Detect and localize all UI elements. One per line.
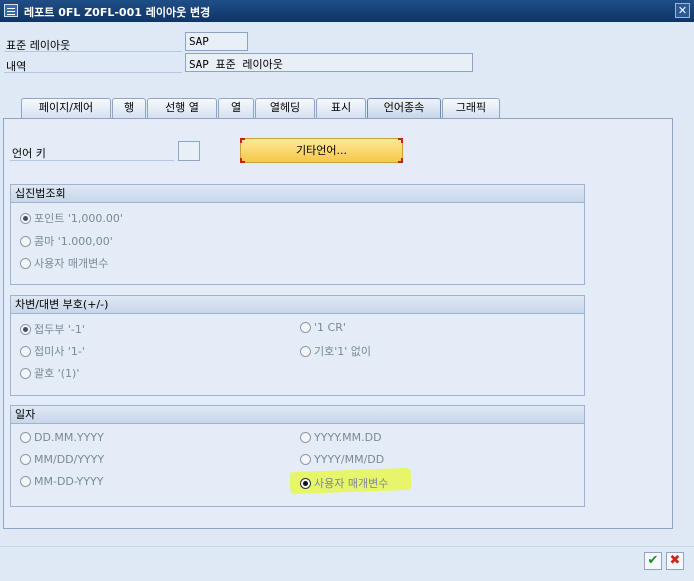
radio-sign-parentheses[interactable]: 괄호 '(1)': [20, 365, 79, 381]
focus-corner: [398, 138, 403, 143]
radio-label: 괄호 '(1)': [34, 367, 80, 380]
radio-date-dd-mm-yyyy[interactable]: DD.MM.YYYY: [20, 431, 104, 444]
divider: [10, 160, 174, 161]
radio-circle: [300, 454, 311, 465]
radio-sign-prefix[interactable]: 접두부 '-1': [20, 321, 85, 337]
tab-columns[interactable]: 열: [218, 98, 254, 118]
radio-label: 사용자 매개변수: [314, 477, 389, 490]
description-field[interactable]: SAP 표준 레이아웃: [185, 53, 473, 72]
other-languages-button[interactable]: 기타언어...: [240, 138, 403, 163]
radio-date-mm-dd-yyyy-slash[interactable]: MM/DD/YYYY: [20, 453, 104, 466]
radio-date-mm-dd-yyyy-dash[interactable]: MM-DD-YYYY: [20, 475, 103, 488]
footer-divider: [0, 546, 694, 547]
radio-label: 콤마 '1.000,00': [34, 235, 113, 248]
focus-corner: [240, 158, 245, 163]
tab-display[interactable]: 표시: [316, 98, 366, 118]
close-button[interactable]: ✕: [675, 3, 690, 18]
cancel-button[interactable]: ✖: [666, 552, 684, 570]
title-bar: 레포트 0FL Z0FL-001 레이아웃 변경 ✕: [0, 0, 694, 22]
radio-sign-cr[interactable]: '1 CR': [300, 321, 346, 334]
radio-label: '1 CR': [314, 321, 346, 334]
confirm-button[interactable]: ✔: [644, 552, 662, 570]
radio-circle: [20, 454, 31, 465]
tab-graphics[interactable]: 그래픽: [442, 98, 500, 118]
group-title: 차변/대변 부호(+/-): [11, 296, 584, 314]
radio-circle: [20, 235, 31, 247]
other-languages-label: 기타언어...: [296, 144, 347, 157]
divider: [4, 72, 182, 73]
radio-label: 접두부 '-1': [34, 323, 85, 336]
tab-language-dependent[interactable]: 언어종속: [367, 98, 441, 118]
radio-sign-suffix[interactable]: 접미사 '1-': [20, 343, 85, 359]
layout-change-icon: [4, 4, 18, 17]
radio-circle: [20, 432, 31, 443]
radio-date-user-param[interactable]: 사용자 매개변수: [300, 475, 388, 491]
radio-circle: [20, 476, 31, 487]
radio-circle: [20, 257, 31, 269]
window-title: 레포트 0FL Z0FL-001 레이아웃 변경: [24, 6, 211, 19]
radio-decimal-comma[interactable]: 콤마 '1.000,00': [20, 233, 113, 249]
radio-circle: [300, 345, 311, 357]
group-title: 일자: [11, 406, 584, 424]
radio-label: 접미사 '1-': [34, 345, 85, 358]
radio-decimal-user-param[interactable]: 사용자 매개변수: [20, 255, 108, 271]
radio-circle: [20, 212, 31, 224]
radio-label: 사용자 매개변수: [34, 257, 109, 270]
radio-decimal-point[interactable]: 포인트 '1,000.00': [20, 210, 123, 226]
radio-circle: [20, 323, 31, 335]
radio-label: MM-DD-YYYY: [34, 475, 104, 488]
language-key-checkbox[interactable]: [178, 141, 200, 161]
tab-column-headings[interactable]: 열헤딩: [255, 98, 315, 118]
radio-circle: [20, 367, 31, 379]
language-key-label: 언어 키: [12, 147, 46, 160]
debit-credit-sign-group: 차변/대변 부호(+/-): [10, 295, 585, 396]
radio-label: YYYY.MM.DD: [314, 431, 382, 444]
radio-label: 기호'1' 없이: [314, 345, 372, 358]
group-title: 십진법조회: [11, 185, 584, 203]
divider: [4, 51, 182, 52]
radio-label: MM/DD/YYYY: [34, 453, 105, 466]
std-layout-field[interactable]: SAP: [185, 32, 248, 51]
radio-date-yyyy-mm-dd-slash[interactable]: YYYY/MM/DD: [300, 453, 384, 466]
cancel-icon: ✖: [669, 553, 681, 568]
tab-page-control[interactable]: 페이지/제어: [21, 98, 111, 118]
tab-lead-columns[interactable]: 선행 열: [147, 98, 217, 118]
radio-label: YYYY/MM/DD: [314, 453, 385, 466]
radio-date-yyyy-mm-dd-dot[interactable]: YYYY.MM.DD: [300, 431, 382, 444]
focus-corner: [398, 158, 403, 163]
radio-sign-none[interactable]: 기호'1' 없이: [300, 343, 371, 359]
radio-label: 포인트 '1,000.00': [34, 212, 123, 225]
tab-rows[interactable]: 행: [112, 98, 146, 118]
focus-corner: [240, 138, 245, 143]
radio-circle: [300, 477, 311, 489]
check-icon: ✔: [647, 553, 659, 568]
radio-circle: [300, 322, 311, 333]
radio-circle: [20, 345, 31, 357]
radio-label: DD.MM.YYYY: [34, 431, 104, 444]
radio-circle: [300, 432, 311, 443]
